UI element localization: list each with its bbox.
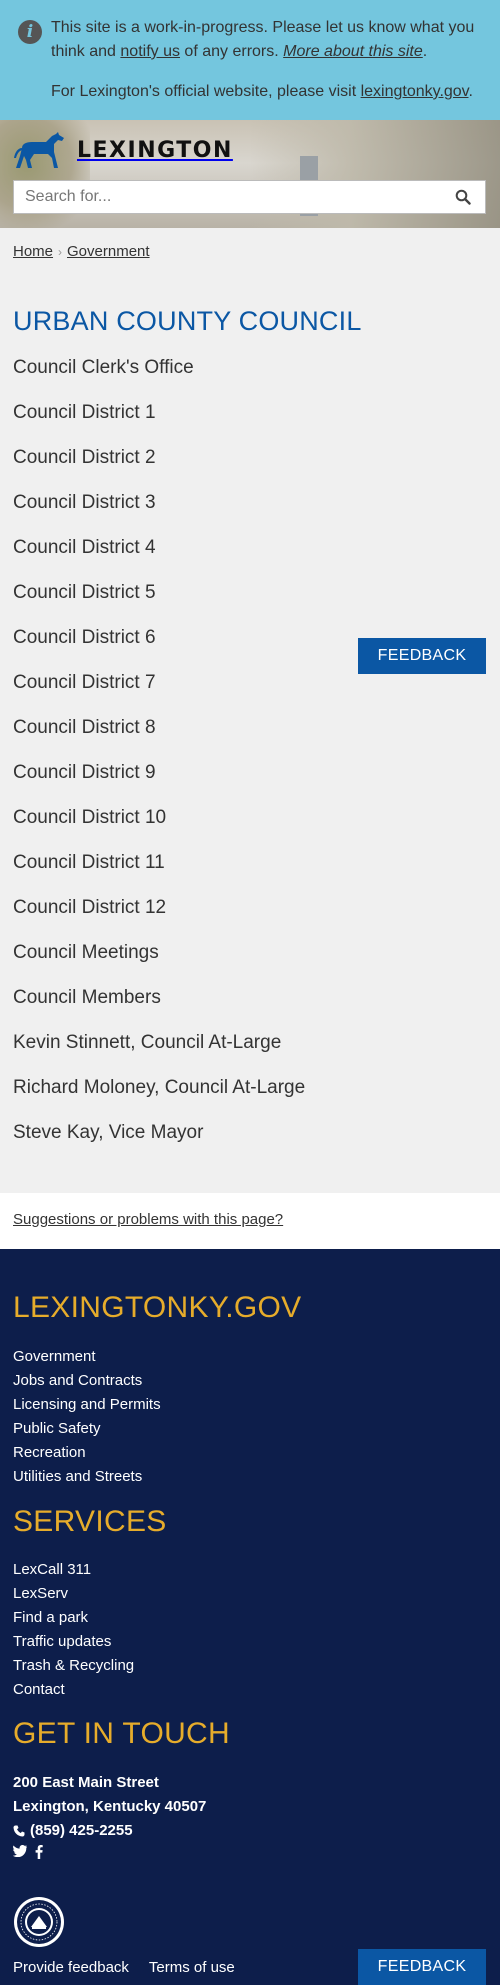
footer-site-heading: LEXINGTONKY.GOV [13, 1291, 302, 1324]
feedback-button[interactable]: FEEDBACK [358, 638, 486, 674]
breadcrumb-home[interactable]: Home [13, 243, 53, 260]
council-list-item[interactable]: Council District 3 [13, 489, 305, 534]
footer-link[interactable]: Contact [13, 1680, 134, 1704]
breadcrumb-government[interactable]: Government [67, 243, 150, 260]
address-line-1: 200 East Main Street [13, 1774, 159, 1791]
search-bar [13, 180, 486, 214]
site-footer: LEXINGTONKY.GOV Government Jobs and Contr… [0, 1249, 500, 1985]
council-list-item[interactable]: Council District 5 [13, 579, 305, 624]
footer-link[interactable]: Recreation [13, 1443, 161, 1467]
footer-bottom-links: Provide feedback Terms of use [13, 1959, 235, 1976]
breadcrumb-separator: › [58, 244, 63, 259]
address-line-2: Lexington, Kentucky 40507 [13, 1798, 207, 1815]
council-list-item[interactable]: Richard Moloney, Council At-Large [13, 1074, 305, 1119]
suggestions-link[interactable]: Suggestions or problems with this page? [13, 1211, 283, 1228]
more-about-site-link[interactable]: More about this site [283, 43, 423, 60]
council-list-item[interactable]: Council District 7 [13, 669, 305, 714]
alert-banner: i This site is a work-in-progress. Pleas… [0, 0, 500, 120]
footer-link[interactable]: Find a park [13, 1608, 134, 1632]
brand-name: LEXINGTON [77, 137, 233, 163]
contact-info: 200 East Main Street Lexington, Kentucky… [13, 1771, 206, 1843]
facebook-icon[interactable] [35, 1845, 43, 1859]
council-list-item[interactable]: Council Meetings [13, 939, 305, 984]
footer-link[interactable]: Public Safety [13, 1419, 161, 1443]
page-title: URBAN COUNTY COUNCIL [13, 306, 362, 336]
footer-link[interactable]: Government [13, 1347, 161, 1371]
footer-link[interactable]: Jobs and Contracts [13, 1371, 161, 1395]
footer-link[interactable]: LexCall 311 [13, 1560, 134, 1584]
council-list-item[interactable]: Council District 6 [13, 624, 305, 669]
horse-icon [14, 132, 64, 168]
council-list-item[interactable]: Council District 4 [13, 534, 305, 579]
council-list-item[interactable]: Council District 12 [13, 894, 305, 939]
alert-message: This site is a work-in-progress. Please … [51, 19, 475, 60]
social-links [13, 1845, 43, 1859]
suggestions-bar: Suggestions or problems with this page? [0, 1193, 500, 1249]
council-list: Council Clerk's Office Council District 1… [13, 354, 305, 1164]
twitter-icon[interactable] [13, 1845, 27, 1857]
official-site-link[interactable]: lexingtonky.gov [361, 83, 469, 100]
footer-touch-heading: GET IN TOUCH [13, 1717, 230, 1750]
council-list-item[interactable]: Council District 2 [13, 444, 305, 489]
site-header: LEXINGTON [0, 120, 500, 228]
council-list-item[interactable]: Council District 10 [13, 804, 305, 849]
official-site-message: For Lexington's official website, please… [51, 83, 473, 100]
footer-services-heading: SERVICES [13, 1505, 167, 1538]
site-logo[interactable]: LEXINGTON [12, 130, 233, 170]
feedback-button-bottom[interactable]: FEEDBACK [358, 1949, 486, 1985]
search-button[interactable] [441, 181, 485, 213]
council-list-item[interactable]: Council Clerk's Office [13, 354, 305, 399]
provide-feedback-link[interactable]: Provide feedback [13, 1959, 129, 1976]
search-icon [455, 189, 471, 205]
footer-link[interactable]: Utilities and Streets [13, 1467, 161, 1491]
search-input[interactable] [14, 181, 441, 213]
council-list-item[interactable]: Council District 11 [13, 849, 305, 894]
phone-icon [13, 1825, 25, 1837]
terms-of-use-link[interactable]: Terms of use [149, 1959, 235, 1976]
footer-services-links: LexCall 311 LexServ Find a park Traffic upd… [13, 1560, 134, 1704]
phone-number: (859) 425-2255 [30, 1822, 133, 1839]
council-list-item[interactable]: Steve Kay, Vice Mayor [13, 1119, 305, 1164]
info-icon: i [18, 20, 42, 44]
footer-link[interactable]: LexServ [13, 1584, 134, 1608]
phone[interactable]: (859) 425-2255 [13, 1819, 206, 1843]
city-seal-icon [14, 1897, 64, 1947]
council-list-item[interactable]: Council District 9 [13, 759, 305, 804]
breadcrumb: Home › Government [13, 243, 150, 260]
council-list-item[interactable]: Council District 1 [13, 399, 305, 444]
footer-site-links: Government Jobs and Contracts Licensing an… [13, 1347, 161, 1491]
footer-link[interactable]: Traffic updates [13, 1632, 134, 1656]
council-list-item[interactable]: Council District 8 [13, 714, 305, 759]
notify-us-link[interactable]: notify us [120, 43, 180, 60]
council-list-item[interactable]: Council Members [13, 984, 305, 1029]
council-list-item[interactable]: Kevin Stinnett, Council At-Large [13, 1029, 305, 1074]
footer-link[interactable]: Licensing and Permits [13, 1395, 161, 1419]
footer-link[interactable]: Trash & Recycling [13, 1656, 134, 1680]
